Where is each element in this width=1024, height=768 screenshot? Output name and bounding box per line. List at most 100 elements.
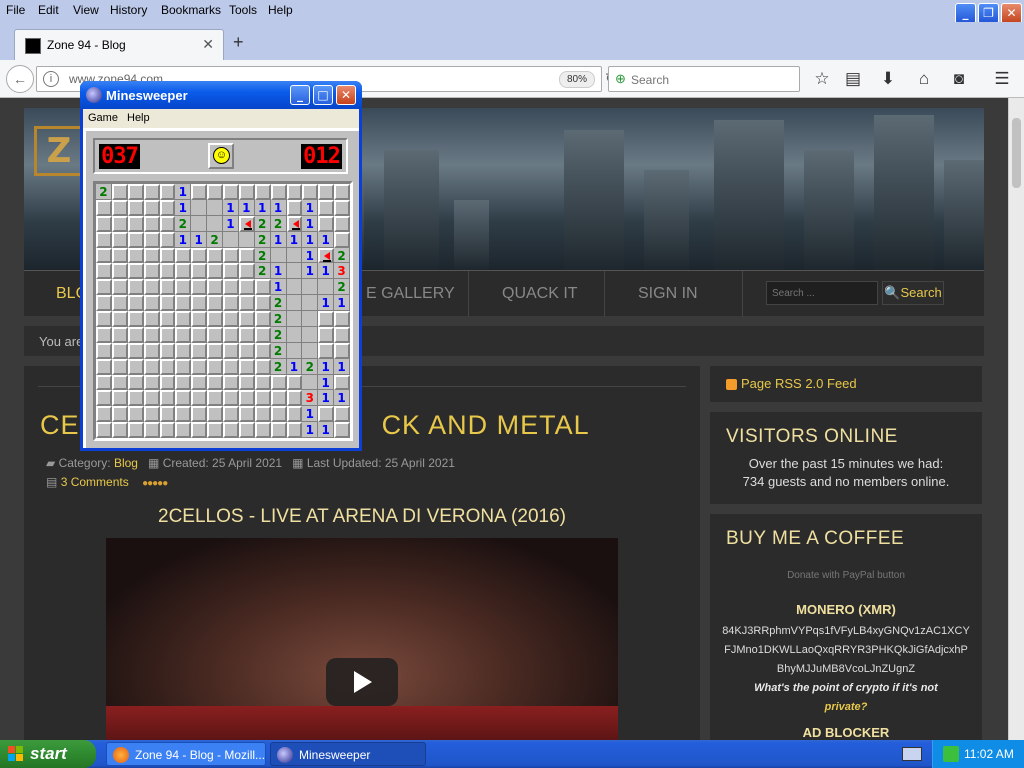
unopened-cell[interactable] bbox=[207, 326, 223, 343]
number-cell[interactable]: 1 bbox=[175, 199, 192, 216]
unopened-cell[interactable] bbox=[270, 390, 287, 407]
unopened-cell[interactable] bbox=[96, 263, 112, 280]
unopened-cell[interactable] bbox=[127, 247, 144, 264]
unopened-cell[interactable] bbox=[270, 406, 287, 423]
unopened-cell[interactable] bbox=[318, 342, 335, 359]
unopened-cell[interactable] bbox=[318, 215, 335, 232]
flagged-cell[interactable] bbox=[318, 247, 335, 264]
empty-cell[interactable] bbox=[238, 231, 255, 248]
empty-cell[interactable] bbox=[286, 279, 303, 296]
ms-minimize-button[interactable]: _ bbox=[290, 85, 310, 105]
unopened-cell[interactable] bbox=[254, 406, 271, 423]
browser-search-input[interactable] bbox=[631, 71, 791, 88]
number-cell[interactable]: 1 bbox=[270, 263, 287, 280]
unopened-cell[interactable] bbox=[96, 406, 112, 423]
play-button[interactable] bbox=[326, 658, 398, 706]
unopened-cell[interactable] bbox=[127, 406, 144, 423]
unopened-cell[interactable] bbox=[127, 311, 144, 327]
unopened-cell[interactable] bbox=[238, 390, 255, 407]
unopened-cell[interactable] bbox=[207, 358, 223, 375]
unopened-cell[interactable] bbox=[175, 263, 192, 280]
unopened-cell[interactable] bbox=[191, 358, 208, 375]
number-cell[interactable]: 2 bbox=[254, 263, 271, 280]
unopened-cell[interactable] bbox=[111, 184, 128, 200]
number-cell[interactable]: 2 bbox=[175, 215, 192, 232]
taskbar-minesweeper[interactable]: Minesweeper bbox=[270, 742, 426, 766]
unopened-cell[interactable] bbox=[318, 326, 335, 343]
number-cell[interactable]: 2 bbox=[334, 279, 350, 296]
number-cell[interactable]: 1 bbox=[270, 231, 287, 248]
unopened-cell[interactable] bbox=[238, 247, 255, 264]
empty-cell[interactable] bbox=[207, 215, 223, 232]
nav-quack-it[interactable]: QUACK IT bbox=[502, 285, 578, 303]
unopened-cell[interactable] bbox=[175, 406, 192, 423]
unopened-cell[interactable] bbox=[223, 342, 239, 359]
number-cell[interactable]: 2 bbox=[334, 247, 350, 264]
number-cell[interactable]: 1 bbox=[191, 231, 208, 248]
unopened-cell[interactable] bbox=[175, 295, 192, 311]
unopened-cell[interactable] bbox=[191, 311, 208, 327]
unopened-cell[interactable] bbox=[143, 279, 160, 296]
unopened-cell[interactable] bbox=[334, 311, 350, 327]
unopened-cell[interactable] bbox=[111, 422, 128, 438]
home-icon[interactable]: ⌂ bbox=[913, 68, 935, 90]
menu-tools[interactable]: Tools bbox=[229, 3, 257, 17]
unopened-cell[interactable] bbox=[238, 374, 255, 391]
unopened-cell[interactable] bbox=[286, 184, 303, 200]
number-cell[interactable]: 3 bbox=[334, 263, 350, 280]
unopened-cell[interactable] bbox=[191, 279, 208, 296]
unopened-cell[interactable] bbox=[238, 422, 255, 438]
unopened-cell[interactable] bbox=[127, 342, 144, 359]
restore-button[interactable]: ❐ bbox=[978, 3, 999, 24]
unopened-cell[interactable] bbox=[223, 263, 239, 280]
unopened-cell[interactable] bbox=[127, 326, 144, 343]
empty-cell[interactable] bbox=[302, 311, 319, 327]
unopened-cell[interactable] bbox=[238, 295, 255, 311]
unopened-cell[interactable] bbox=[127, 358, 144, 375]
unopened-cell[interactable] bbox=[302, 184, 319, 200]
unopened-cell[interactable] bbox=[191, 342, 208, 359]
unopened-cell[interactable] bbox=[159, 311, 176, 327]
unopened-cell[interactable] bbox=[96, 199, 112, 216]
unopened-cell[interactable] bbox=[334, 374, 350, 391]
hamburger-menu-icon[interactable]: ☰ bbox=[991, 68, 1013, 90]
unopened-cell[interactable] bbox=[238, 326, 255, 343]
number-cell[interactable]: 2 bbox=[270, 342, 287, 359]
unopened-cell[interactable] bbox=[159, 358, 176, 375]
unopened-cell[interactable] bbox=[334, 199, 350, 216]
unopened-cell[interactable] bbox=[96, 231, 112, 248]
site-search-button[interactable]: 🔍Search bbox=[882, 281, 944, 305]
number-cell[interactable]: 1 bbox=[302, 231, 319, 248]
unopened-cell[interactable] bbox=[175, 358, 192, 375]
unopened-cell[interactable] bbox=[286, 390, 303, 407]
unopened-cell[interactable] bbox=[111, 279, 128, 296]
unopened-cell[interactable] bbox=[96, 422, 112, 438]
unopened-cell[interactable] bbox=[254, 295, 271, 311]
unopened-cell[interactable] bbox=[223, 247, 239, 264]
menu-bookmarks[interactable]: Bookmarks bbox=[161, 3, 221, 17]
network-icon[interactable] bbox=[943, 746, 959, 762]
unopened-cell[interactable] bbox=[143, 326, 160, 343]
nav-gallery[interactable]: E GALLERY bbox=[366, 285, 455, 303]
unopened-cell[interactable] bbox=[207, 422, 223, 438]
unopened-cell[interactable] bbox=[223, 184, 239, 200]
number-cell[interactable]: 1 bbox=[318, 358, 335, 375]
unopened-cell[interactable] bbox=[159, 215, 176, 232]
unopened-cell[interactable] bbox=[111, 295, 128, 311]
site-search-box[interactable] bbox=[766, 281, 878, 305]
unopened-cell[interactable] bbox=[143, 422, 160, 438]
site-logo[interactable]: Z bbox=[34, 126, 84, 176]
unopened-cell[interactable] bbox=[127, 279, 144, 296]
ms-menu-game[interactable]: Game bbox=[88, 112, 118, 124]
zoom-indicator[interactable]: 80% bbox=[559, 71, 595, 88]
number-cell[interactable]: 2 bbox=[302, 358, 319, 375]
unopened-cell[interactable] bbox=[254, 342, 271, 359]
empty-cell[interactable] bbox=[286, 311, 303, 327]
unopened-cell[interactable] bbox=[175, 342, 192, 359]
unopened-cell[interactable] bbox=[191, 422, 208, 438]
unopened-cell[interactable] bbox=[270, 422, 287, 438]
unopened-cell[interactable] bbox=[127, 295, 144, 311]
number-cell[interactable]: 2 bbox=[270, 326, 287, 343]
number-cell[interactable]: 3 bbox=[302, 390, 319, 407]
unopened-cell[interactable] bbox=[191, 406, 208, 423]
